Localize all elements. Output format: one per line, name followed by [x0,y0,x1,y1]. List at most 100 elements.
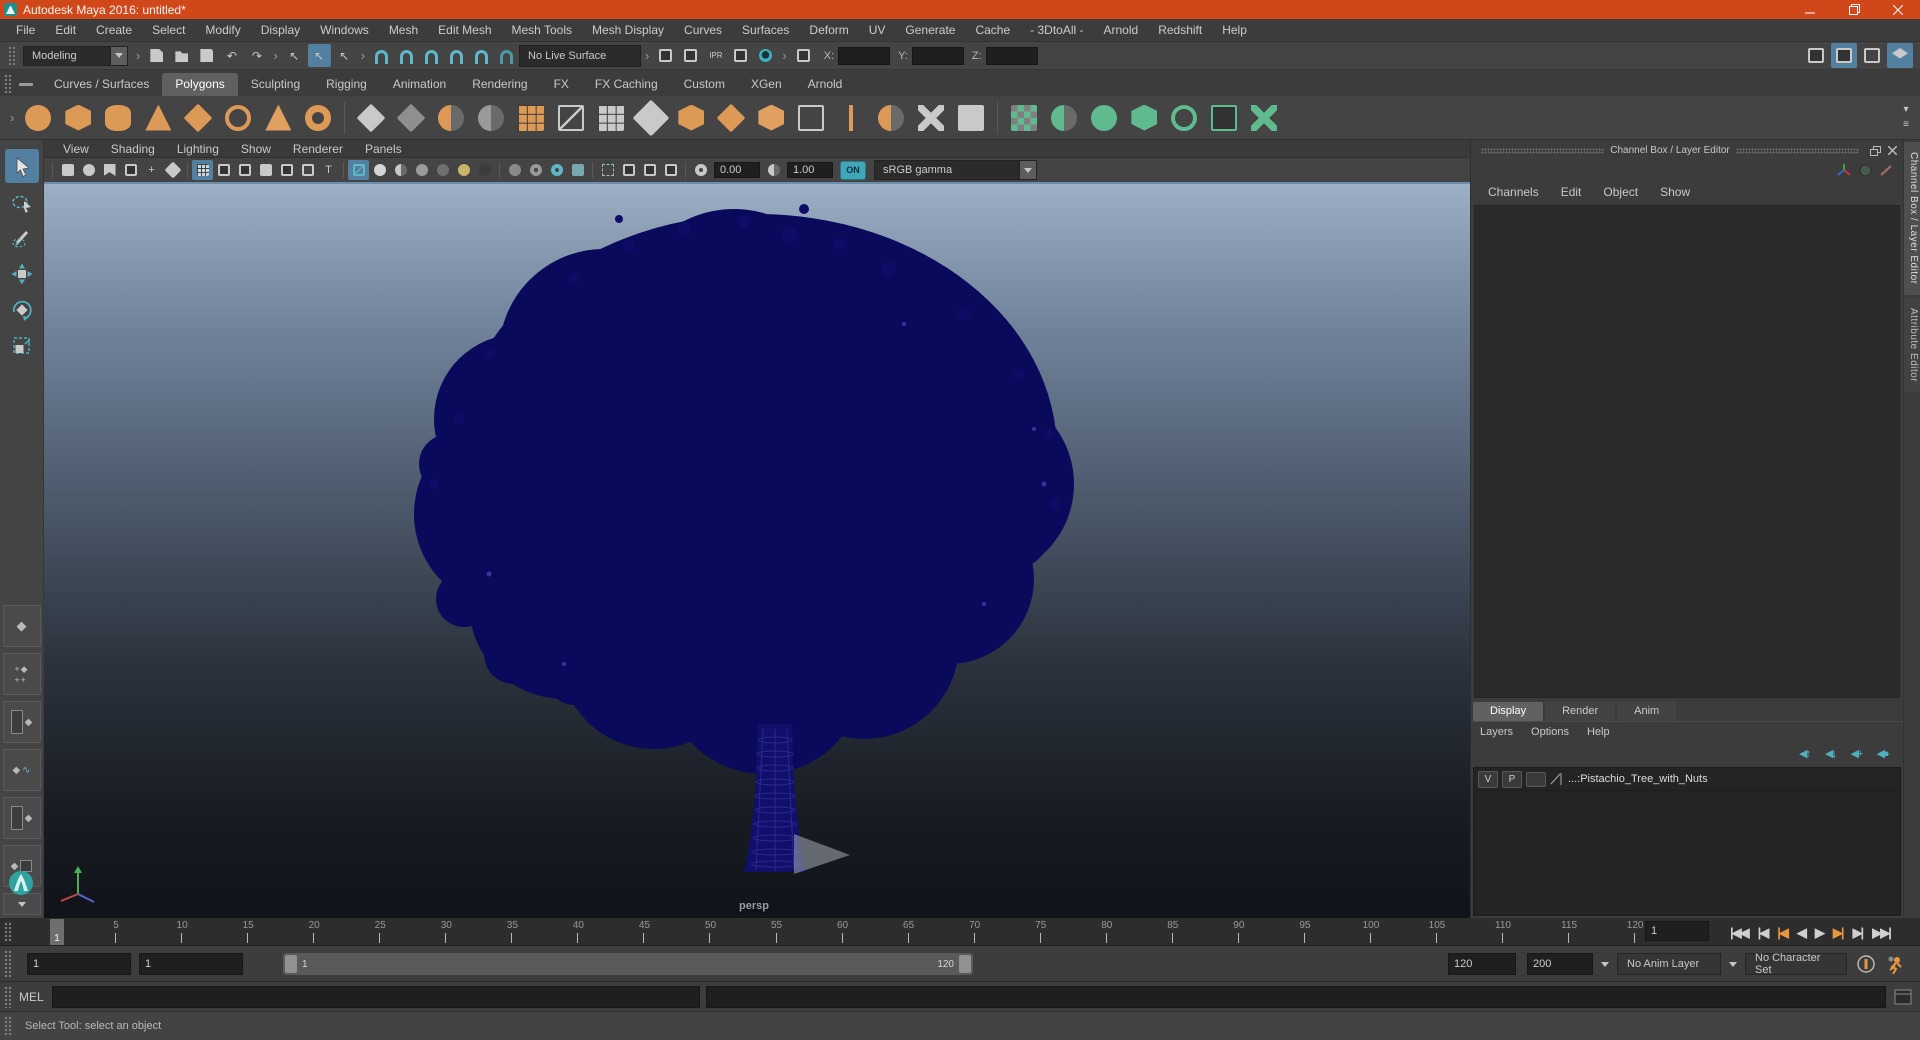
tab-attribute-editor[interactable]: Attribute Editor [1904,297,1920,392]
cut-sew-uv-icon[interactable] [1245,100,1283,136]
y-input[interactable] [911,46,964,65]
add-empty-layer-icon[interactable]: ◀+ [1844,745,1868,763]
camera-attributes-icon[interactable] [78,160,99,180]
range-end-handle[interactable] [959,955,971,973]
panel-menu-item[interactable]: Renderer [282,140,354,158]
channel-box-menu-item[interactable]: Channels [1477,183,1550,201]
layout-outliner-persp-button[interactable]: ◆ [2,701,41,743]
status-line-grip[interactable] [7,45,16,66]
panel-menu-item[interactable]: Panels [354,140,413,158]
smooth-shade-icon[interactable] [369,160,390,180]
menu-item[interactable]: Mesh Display [582,19,674,42]
panel-drag-handle[interactable] [1481,147,1605,154]
grease-pencil-icon[interactable] [162,160,183,180]
edit-edge-flow-icon[interactable] [792,100,830,136]
step-forward-key-icon[interactable]: ▶| [1829,920,1847,944]
multi-cut-icon[interactable] [912,100,950,136]
move-tool[interactable] [5,257,39,291]
shelf-tab-fx[interactable]: FX [541,73,582,96]
poly-torus-icon[interactable] [219,100,257,136]
panel-menu-item[interactable]: Show [230,140,282,158]
attribute-editor-toggle-icon[interactable] [1887,43,1913,68]
range-slider[interactable]: 1 120 [283,953,973,975]
shelf-tab-animation[interactable]: Animation [380,73,459,96]
command-line-grip[interactable] [3,985,12,1008]
spherical-mapping-icon[interactable] [1085,100,1123,136]
current-time-field[interactable] [1645,921,1709,941]
modeling-toolkit-toggle-icon[interactable] [1803,43,1829,68]
menu-item[interactable]: Curves [674,19,732,42]
collapse-arrow-icon[interactable] [6,110,18,125]
save-scene-icon[interactable] [195,44,218,67]
menu-item[interactable]: Generate [895,19,965,42]
command-input[interactable] [51,985,700,1008]
snap-to-view-plane-icon[interactable] [470,44,493,67]
panel-menu-item[interactable]: Shading [100,140,166,158]
tab-channel-box[interactable]: Channel Box / Layer Editor [1904,142,1920,295]
manipulator-axis-icon[interactable] [1836,163,1852,177]
layout-single-pane-button[interactable]: ◆ [2,605,41,647]
animation-start-field[interactable] [27,952,131,975]
unfold-icon[interactable] [1165,100,1203,136]
layout-hypershade-persp-button[interactable]: ◆ [2,797,41,839]
bridge-icon[interactable] [712,100,750,136]
snap-to-curve-icon[interactable] [395,44,418,67]
menu-item[interactable]: Create [86,19,142,42]
play-forwards-icon[interactable]: ▶ [1811,920,1827,944]
move-layer-down-icon[interactable]: ◀↓ [1818,745,1842,763]
shelf-tab-curves-surfaces[interactable]: Curves / Surfaces [41,73,162,96]
poly-cube-icon[interactable] [59,100,97,136]
pane-layout-single-icon[interactable] [618,160,639,180]
menu-item[interactable]: Arnold [1094,19,1149,42]
pan-zoom-icon[interactable]: + [141,160,162,180]
select-camera-icon[interactable] [57,160,78,180]
rotate-tool[interactable] [5,293,39,327]
menu-item[interactable]: UV [859,19,896,42]
shelf-tab-toggle-icon[interactable] [19,83,33,86]
chevron-down-icon[interactable] [1601,961,1609,967]
layer-editor-menu-item[interactable]: Layers [1471,723,1522,741]
live-surface-field[interactable]: No Live Surface [519,44,642,67]
x-input[interactable] [838,46,891,65]
poly-cone-icon[interactable] [139,100,177,136]
textured-display-icon[interactable] [390,160,411,180]
smooth-icon[interactable] [512,100,550,136]
isolate-select-icon[interactable] [597,160,618,180]
step-back-key-icon[interactable]: |◀ [1773,920,1791,944]
script-editor-icon[interactable] [1894,989,1912,1005]
shelf-tab-fx-caching[interactable]: FX Caching [582,73,671,96]
close-icon[interactable] [1885,145,1899,157]
channel-box-toggle-icon[interactable] [1831,43,1857,68]
character-set-selector[interactable]: No Character Set [1745,952,1847,976]
channel-box-menu-item[interactable]: Object [1592,183,1649,201]
boolean-union-icon[interactable] [432,100,470,136]
collapse-arrow-icon[interactable] [132,48,144,63]
anti-aliasing-icon[interactable] [546,160,567,180]
xray-display-icon[interactable] [432,160,453,180]
layer-name[interactable]: ...:Pistachio_Tree_with_Nuts [1568,773,1708,785]
shelf-menu-icon[interactable]: ≡ [1897,118,1915,132]
field-chart-icon[interactable] [276,160,297,180]
lighting-toggle-icon[interactable] [453,160,474,180]
shadows-toggle-icon[interactable] [474,160,495,180]
channel-attributes-area[interactable] [1474,205,1900,698]
scale-tool[interactable] [5,329,39,363]
help-line-grip[interactable] [3,1015,12,1037]
step-back-frame-icon[interactable]: |◀ [1754,920,1772,944]
poly-plane-icon[interactable] [179,100,217,136]
range-slider-grip[interactable] [3,949,12,978]
range-start-handle[interactable] [285,955,297,973]
collapse-arrow-icon[interactable] [778,48,790,63]
chevron-down-icon[interactable] [1729,961,1737,967]
gamma-field[interactable] [787,162,833,178]
pencil-icon[interactable] [1879,164,1893,177]
ground-cone[interactable] [794,834,850,874]
shelf-grip[interactable] [3,73,12,93]
anim-layer-selector[interactable]: No Anim Layer [1617,953,1721,975]
bevel-icon[interactable] [752,100,790,136]
quad-draw-icon[interactable] [632,99,670,136]
move-layer-up-icon[interactable]: ◀↑ [1792,745,1816,763]
ipr-render-icon[interactable]: IPR [704,44,727,67]
layer-color-swatch[interactable] [1526,771,1546,787]
poly-pipe-icon[interactable] [299,100,337,136]
